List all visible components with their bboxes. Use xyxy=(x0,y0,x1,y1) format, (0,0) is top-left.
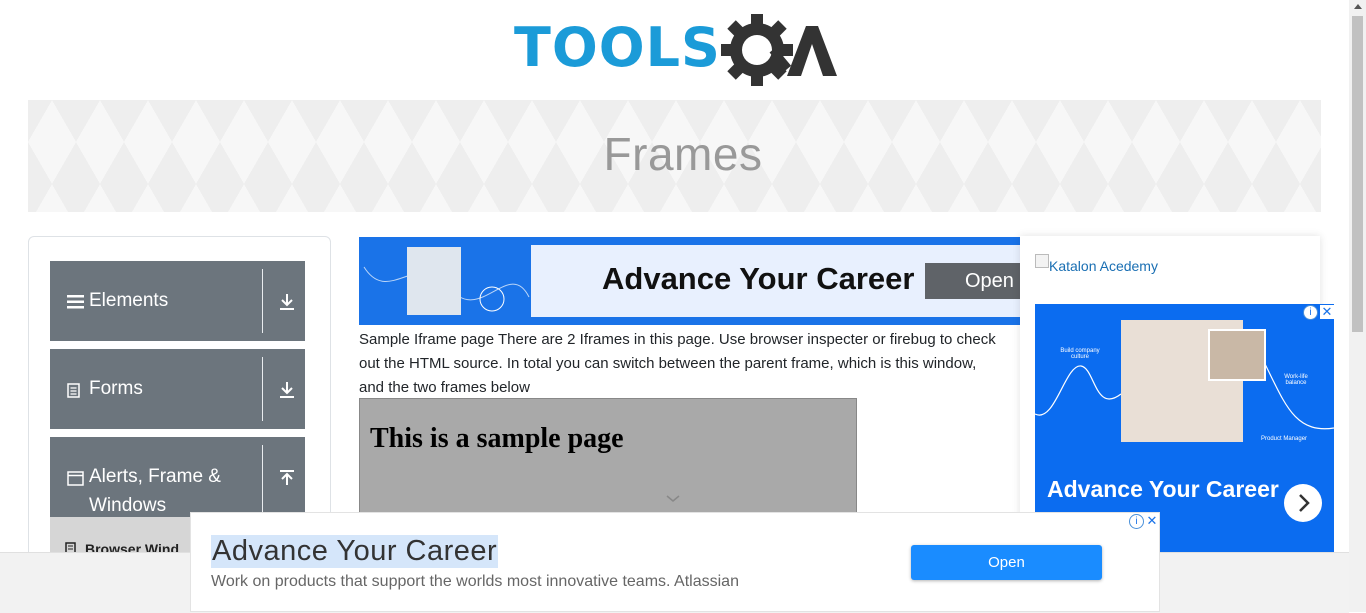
close-icon[interactable]: ✕ xyxy=(1145,514,1159,528)
adchoices-icon[interactable]: i xyxy=(1129,514,1144,529)
page-title: Frames xyxy=(603,128,763,180)
sidebar-group-forms[interactable]: Forms xyxy=(50,349,305,429)
gear-icon xyxy=(721,14,793,86)
frames-description: Sample Iframe page There are 2 Iframes i… xyxy=(359,331,996,396)
ad-open-button[interactable]: Open xyxy=(911,545,1102,580)
ad-title: Advance Your Career xyxy=(602,261,915,296)
download-arrow-icon[interactable] xyxy=(278,381,296,399)
sidebar-group-label: Elements xyxy=(89,290,169,311)
ad-small-text: Product Manager xyxy=(1261,436,1308,442)
sidebar-group-elements[interactable]: Elements xyxy=(50,261,305,341)
divider xyxy=(262,269,263,333)
upload-arrow-icon[interactable] xyxy=(278,469,296,487)
ad-person-photo xyxy=(407,247,461,315)
divider xyxy=(262,357,263,421)
ad-small-text: Build company culture xyxy=(1060,348,1100,360)
sidebar-group-alerts-frame-windows[interactable]: Alerts, Frame & Windows xyxy=(50,437,305,517)
scroll-up-arrow-icon[interactable] xyxy=(1354,4,1362,9)
logo-text-tools: TOOLS xyxy=(514,16,721,79)
close-icon[interactable]: ✕ xyxy=(1320,305,1334,319)
chevron-right-icon xyxy=(1299,494,1310,512)
chevron-down-icon xyxy=(666,495,680,502)
ad-next-button[interactable] xyxy=(1284,484,1322,522)
career-ad-banner[interactable]: Advance Your Career Open xyxy=(359,237,1022,325)
ad-title: Advance Your Career xyxy=(211,535,499,568)
ad-title: Advance Your Career xyxy=(1047,476,1279,502)
divider xyxy=(262,445,263,517)
ad-open-button[interactable]: Open xyxy=(925,263,1022,299)
ad-small-text: Work-life balance xyxy=(1284,374,1308,386)
logo-letter-a xyxy=(787,26,837,76)
bottom-career-ad[interactable]: Advance Your Career Work on products tha… xyxy=(190,512,1160,612)
broken-image-icon xyxy=(1035,254,1049,268)
adchoices-icon[interactable]: i xyxy=(1303,305,1318,320)
frame-heading: This is a sample page xyxy=(370,423,624,454)
document-icon xyxy=(67,383,80,398)
sample-iframe[interactable]: This is a sample page xyxy=(359,398,857,518)
hamburger-icon xyxy=(67,295,84,309)
katalon-academy-image-link[interactable]: Katalon Acedemy xyxy=(1049,258,1158,274)
window-icon xyxy=(67,471,84,486)
page-scrollbar[interactable] xyxy=(1349,0,1366,612)
toolsqa-logo[interactable]: TOOLS xyxy=(514,14,838,92)
sidebar-group-label: Forms xyxy=(89,378,143,399)
download-arrow-icon[interactable] xyxy=(278,293,296,311)
ad-description: Work on products that support the worlds… xyxy=(211,573,739,590)
